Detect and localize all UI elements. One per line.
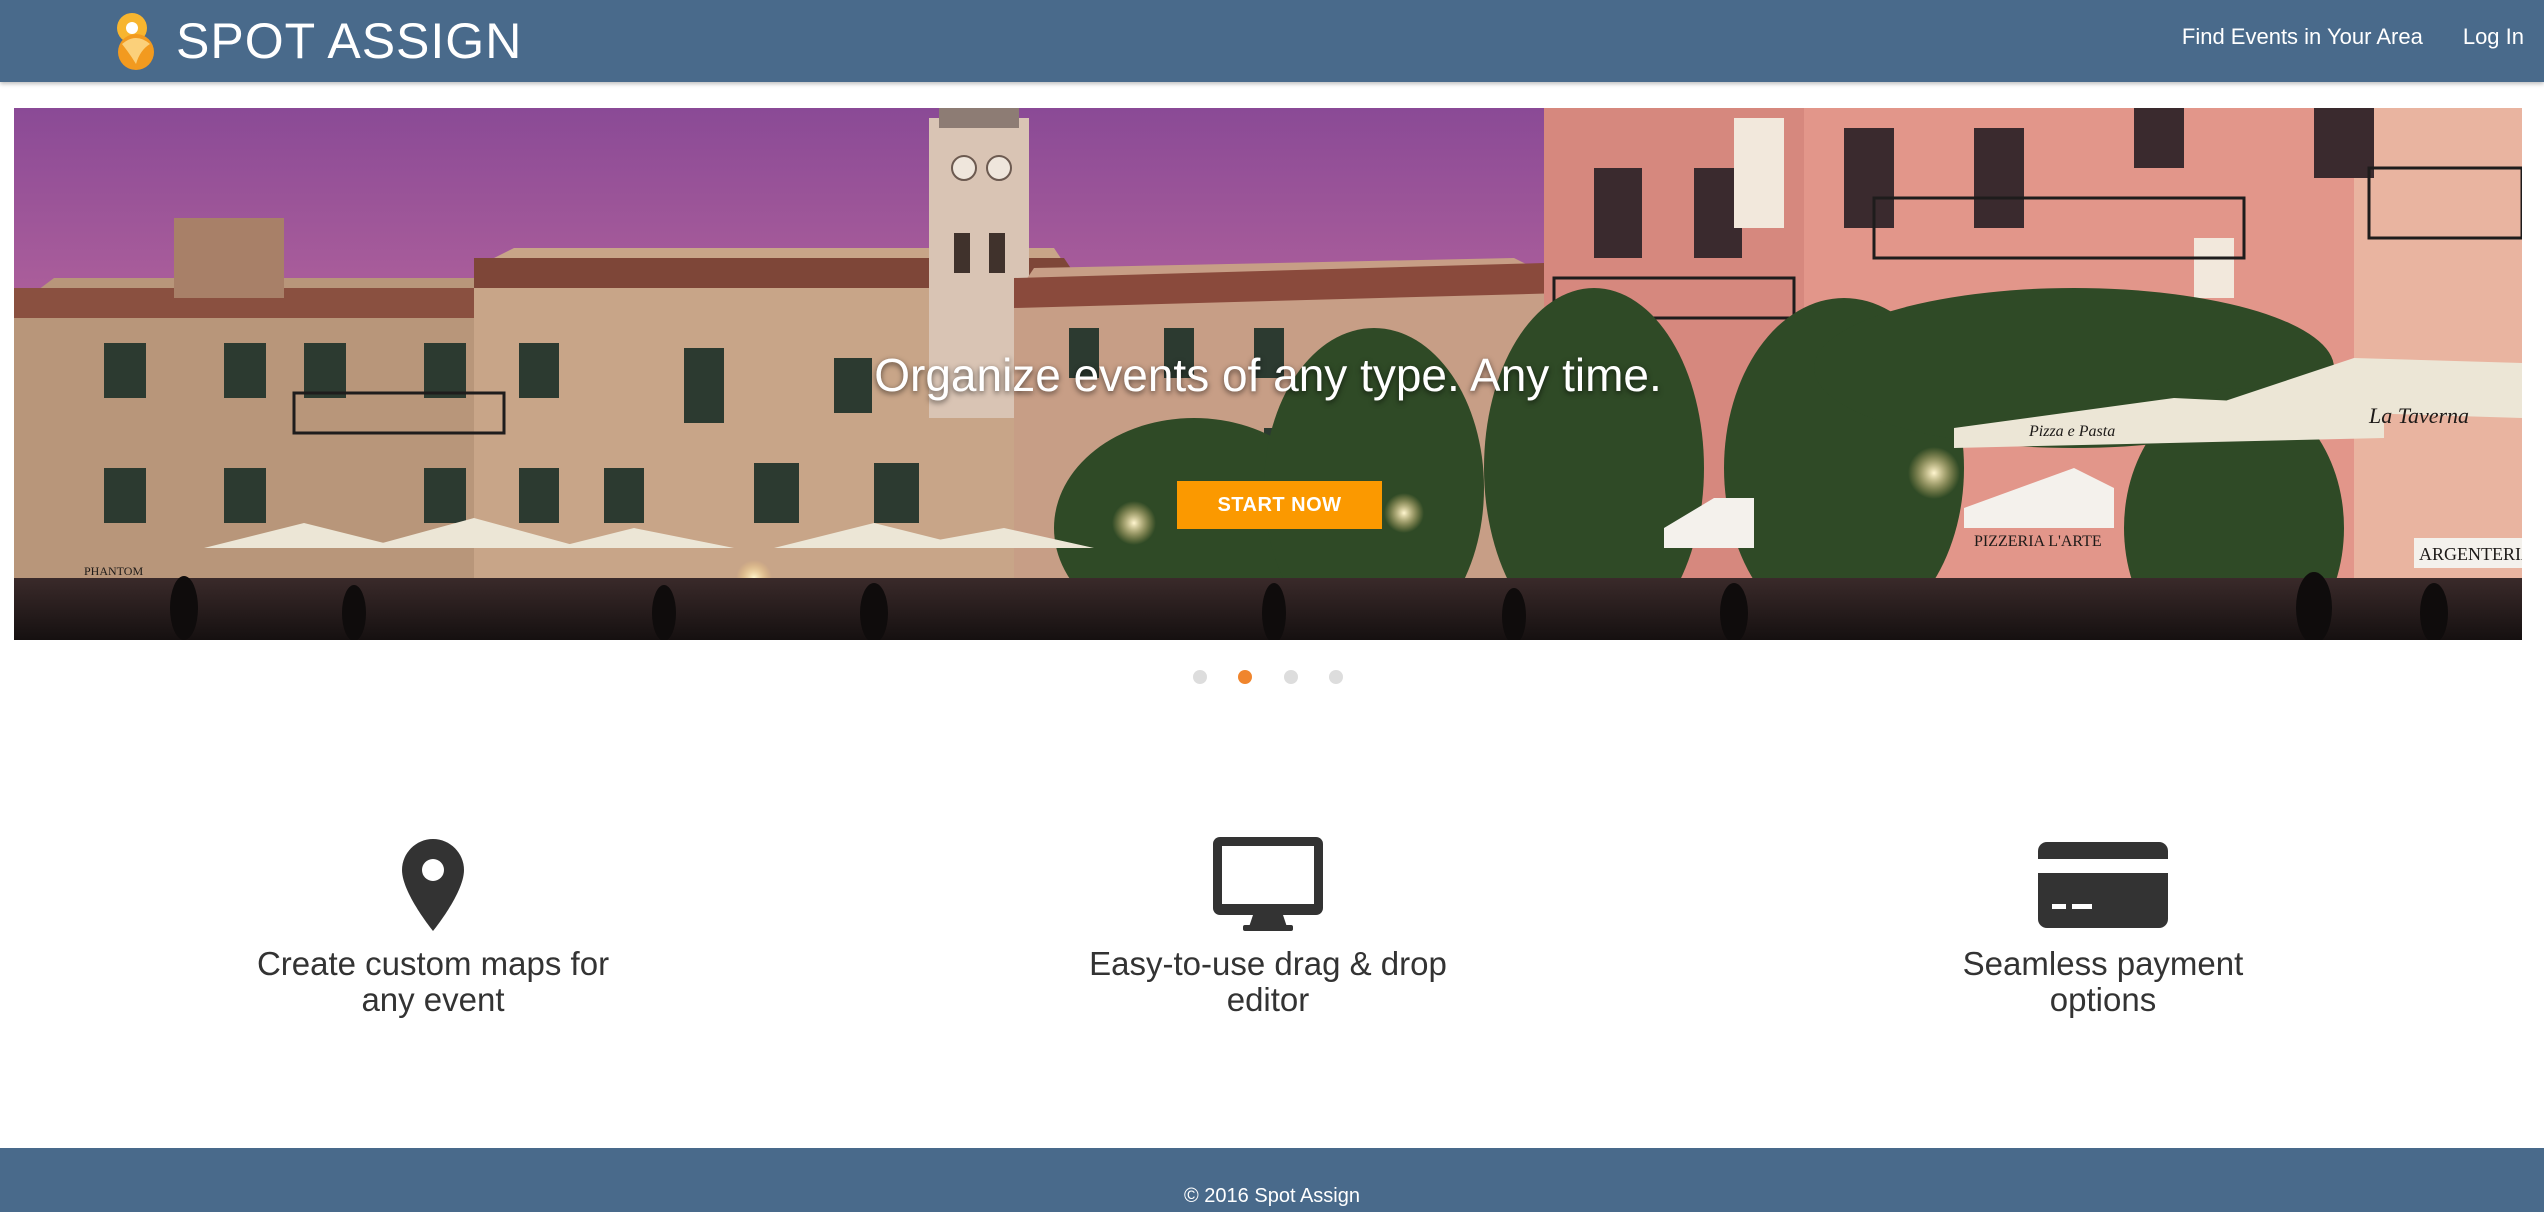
shop-sign-la-taverna: La Taverna bbox=[2368, 403, 2469, 428]
brand-link[interactable]: SPOT ASSIGN bbox=[110, 0, 522, 82]
shop-sign-phantom: PHANTOM bbox=[84, 564, 143, 578]
map-marker-icon bbox=[402, 839, 464, 931]
carousel-indicators bbox=[0, 670, 2544, 690]
nav-find-events-link[interactable]: Find Events in Your Area bbox=[2182, 24, 2423, 50]
feature-drag-drop-editor: Easy-to-use drag & drop editor bbox=[1048, 830, 1488, 1018]
feature-custom-maps-line2: any event bbox=[361, 981, 505, 1018]
carousel-dot-3[interactable] bbox=[1284, 670, 1298, 684]
desktop-monitor-icon bbox=[1213, 837, 1323, 931]
feature-payment-options: Seamless payment options bbox=[1883, 830, 2323, 1018]
footer-copyright: © 2016 Spot Assign bbox=[1184, 1185, 1360, 1207]
carousel-dot-2[interactable] bbox=[1238, 670, 1252, 684]
feature-editor-line1: Easy-to-use drag & drop bbox=[1089, 945, 1447, 982]
carousel-dot-4[interactable] bbox=[1329, 670, 1343, 684]
spot-assign-logo-icon bbox=[117, 13, 154, 70]
nav-login-link[interactable]: Log In bbox=[2463, 24, 2524, 50]
credit-card-icon bbox=[2038, 842, 2168, 928]
start-now-button[interactable]: START NOW bbox=[1177, 481, 1382, 529]
shop-sign-pizza-e-pasta: Pizza e Pasta bbox=[2028, 423, 2115, 440]
carousel-dot-1[interactable] bbox=[1193, 670, 1207, 684]
feature-payment-line2: options bbox=[2049, 981, 2157, 1018]
page-footer: © 2016 Spot Assign bbox=[0, 1148, 2544, 1212]
nav-links: Find Events in Your Area Log In bbox=[2142, 0, 2524, 74]
feature-editor-line2: editor bbox=[1226, 981, 1310, 1018]
feature-payment-line1: Seamless payment bbox=[1962, 945, 2244, 982]
features-section: Create custom maps for any event Easy-to… bbox=[0, 830, 2544, 1050]
feature-custom-maps-line1: Create custom maps for bbox=[256, 945, 610, 982]
brand-name: SPOT ASSIGN bbox=[176, 13, 523, 69]
shop-sign-argenteria: ARGENTERIA bbox=[2419, 544, 2522, 564]
shop-sign-pizzeria: PIZZERIA L'ARTE bbox=[1974, 533, 2102, 550]
hero-carousel: PHANTOM Pizza e Pasta La Taverna PIZZERI… bbox=[14, 108, 2522, 640]
top-navbar: SPOT ASSIGN Find Events in Your Area Log… bbox=[0, 0, 2544, 82]
hero-headline: Organize events of any type. Any time. bbox=[874, 349, 1662, 401]
feature-custom-maps: Create custom maps for any event bbox=[213, 830, 653, 1018]
